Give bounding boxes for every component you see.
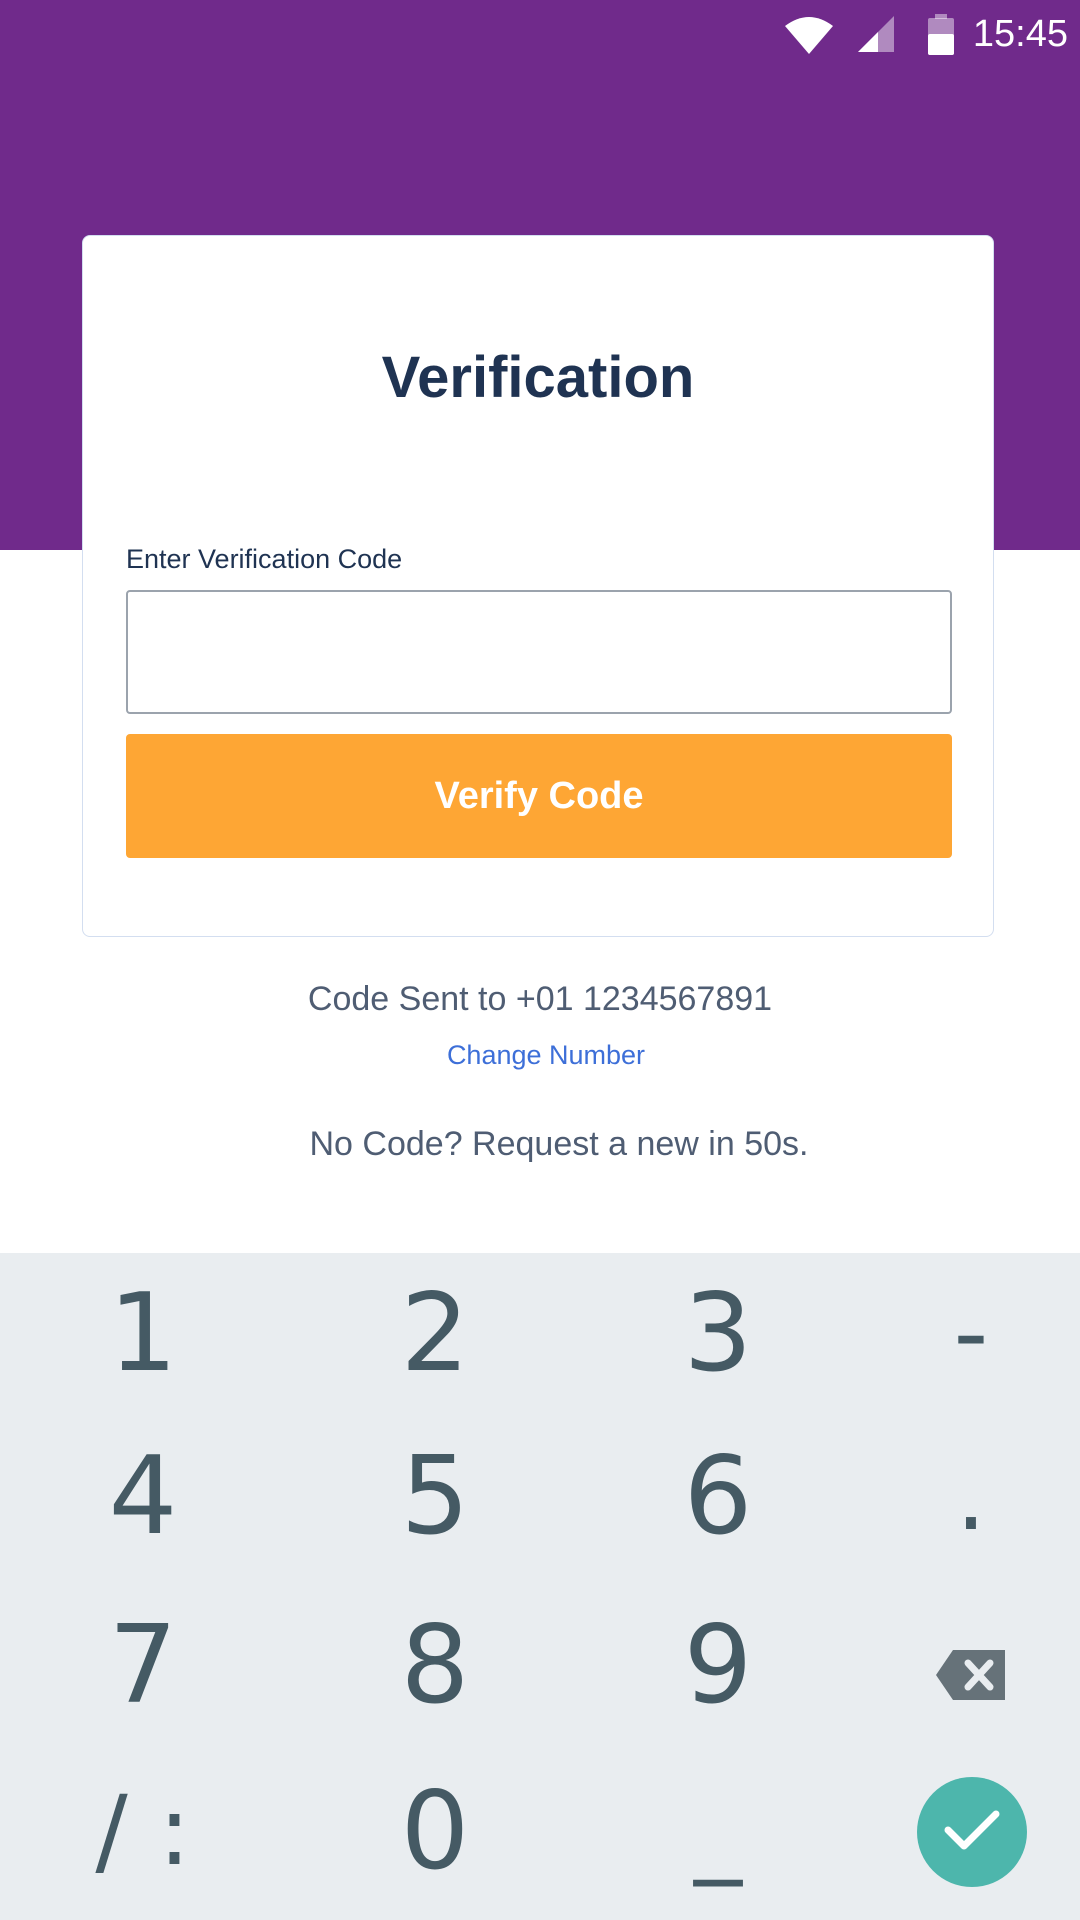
key-1[interactable]: 1 xyxy=(68,1258,218,1408)
key-9[interactable]: 9 xyxy=(643,1590,793,1740)
wifi-icon xyxy=(784,14,834,59)
verification-card: Verification Enter Verification Code Ver… xyxy=(82,235,994,937)
battery-icon xyxy=(926,14,956,61)
check-icon xyxy=(944,1808,1000,1857)
verify-code-button[interactable]: Verify Code xyxy=(126,734,952,858)
key-dash[interactable]: - xyxy=(896,1258,1046,1408)
key-8[interactable]: 8 xyxy=(360,1590,510,1740)
key-4[interactable]: 4 xyxy=(68,1421,218,1571)
key-7[interactable]: 7 xyxy=(68,1590,218,1740)
verification-code-label: Enter Verification Code xyxy=(126,544,403,574)
backspace-key[interactable] xyxy=(896,1590,1046,1740)
cell-signal-icon xyxy=(856,14,896,59)
key-5[interactable]: 5 xyxy=(360,1421,510,1571)
key-3[interactable]: 3 xyxy=(643,1258,793,1408)
page-title: Verification xyxy=(381,345,695,410)
resend-countdown-text: No Code? Request a new in 50s. xyxy=(309,1125,809,1163)
key-2[interactable]: 2 xyxy=(360,1258,510,1408)
verification-code-input[interactable] xyxy=(126,590,952,714)
code-sent-text: Code Sent to +01 1234567891 xyxy=(307,980,773,1018)
key-underscore[interactable]: _ xyxy=(643,1756,793,1906)
key-period[interactable]: . xyxy=(896,1421,1046,1571)
key-0[interactable]: 0 xyxy=(360,1756,510,1906)
status-bar: 15:45 xyxy=(0,0,1080,70)
backspace-icon xyxy=(935,1603,1007,1728)
status-time: 15:45 xyxy=(972,13,1068,55)
key-6[interactable]: 6 xyxy=(643,1421,793,1571)
key-slash-colon[interactable]: / : xyxy=(68,1756,218,1906)
change-number-link[interactable]: Change Number xyxy=(0,1040,1080,1071)
done-key[interactable] xyxy=(917,1777,1027,1887)
